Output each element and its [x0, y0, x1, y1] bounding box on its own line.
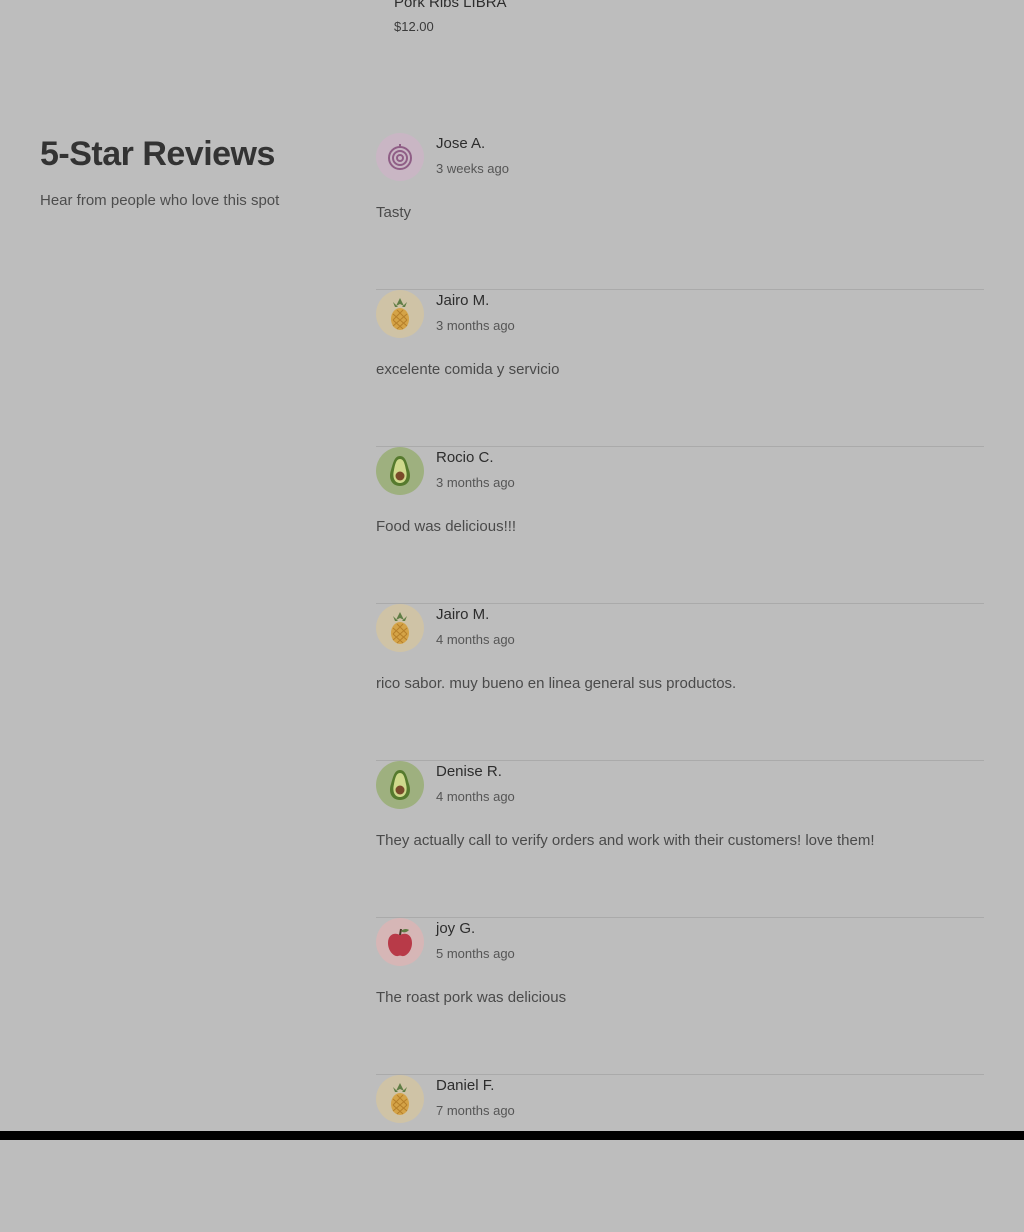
review-date: 5 months ago — [436, 946, 515, 961]
reviews-header: 5-Star Reviews Hear from people who love… — [40, 132, 340, 212]
review-item: Rocio C. 3 months ago Food was delicious… — [376, 447, 984, 604]
avatar — [376, 133, 424, 181]
avatar — [376, 761, 424, 809]
review-date: 3 months ago — [436, 318, 515, 333]
review-text: Tasty — [376, 204, 412, 221]
reviewer-name[interactable]: joy G. — [436, 919, 475, 939]
avocado-icon — [387, 454, 413, 488]
reviewer-name[interactable]: Rocio C. — [436, 448, 494, 468]
review-item: Jose A. 3 weeks ago Tasty — [376, 133, 984, 290]
pineapple-icon — [385, 1081, 415, 1117]
review-date: 3 months ago — [436, 475, 515, 490]
avocado-icon — [387, 768, 413, 802]
review-date: 7 months ago — [436, 1103, 515, 1118]
section-subtitle: Hear from people who love this spot — [40, 192, 280, 209]
avatar — [376, 1075, 424, 1123]
avatar — [376, 604, 424, 652]
review-text: The roast pork was delicious — [376, 989, 567, 1006]
section-title: 5-Star Reviews — [40, 135, 275, 173]
reviewer-name[interactable]: Denise R. — [436, 762, 502, 782]
review-item: Jairo M. 4 months ago rico sabor. muy bu… — [376, 604, 984, 761]
onion-icon — [385, 142, 415, 172]
menu-item-card[interactable]: Pork Ribs LIBRA $12.00 — [394, 0, 507, 36]
reviewer-name[interactable]: Jose A. — [436, 134, 485, 154]
review-text: excelente comida y servicio — [376, 361, 560, 378]
reviewer-name[interactable]: Jairo M. — [436, 291, 489, 311]
review-text: Food was delicious!!! — [376, 518, 517, 535]
reviewer-name[interactable]: Jairo M. — [436, 605, 489, 625]
review-item: Daniel F. 7 months ago — [376, 1075, 984, 1232]
review-item: Jairo M. 3 months ago excelente comida y… — [376, 290, 984, 447]
review-item: Denise R. 4 months ago They actually cal… — [376, 761, 984, 918]
avatar — [376, 918, 424, 966]
bottom-edge-bar — [0, 1131, 1024, 1140]
reviewer-name[interactable]: Daniel F. — [436, 1076, 494, 1096]
pineapple-icon — [385, 296, 415, 332]
review-date: 3 weeks ago — [436, 161, 509, 176]
menu-item-price: $12.00 — [394, 19, 434, 34]
review-text: rico sabor. muy bueno en linea general s… — [376, 675, 737, 692]
apple-icon — [385, 926, 415, 958]
review-text: They actually call to verify orders and … — [376, 832, 875, 849]
review-date: 4 months ago — [436, 632, 515, 647]
avatar — [376, 290, 424, 338]
review-item: joy G. 5 months ago The roast pork was d… — [376, 918, 984, 1075]
reviews-list: Jose A. 3 weeks ago Tasty Jairo M. 3 mon… — [376, 133, 984, 1232]
avatar — [376, 447, 424, 495]
pineapple-icon — [385, 610, 415, 646]
menu-item-name: Pork Ribs LIBRA — [394, 0, 507, 11]
review-date: 4 months ago — [436, 789, 515, 804]
